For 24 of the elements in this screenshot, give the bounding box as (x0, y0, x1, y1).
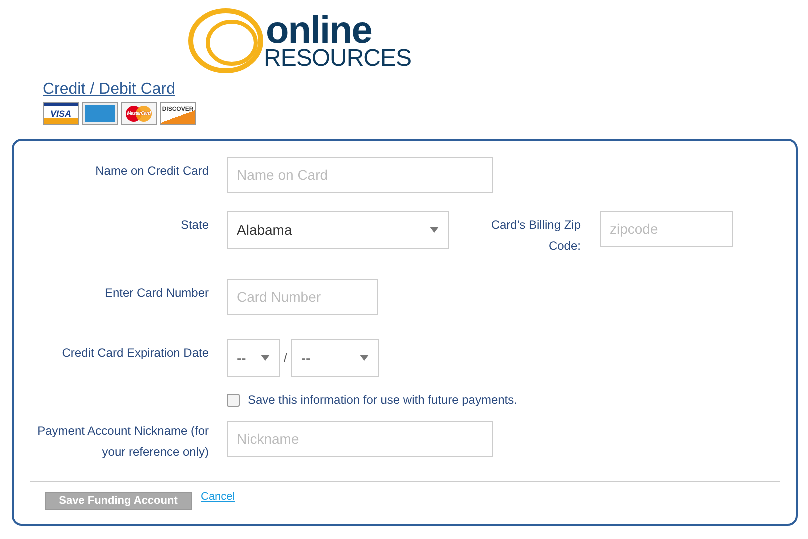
checkbox-label: Save this information for use with future payments. (248, 393, 518, 407)
amex-card-icon (82, 102, 118, 125)
caret-icon (360, 355, 370, 361)
field-label: Enter Card Number (104, 285, 209, 302)
credit-card-link[interactable]: Credit / Debit Card (43, 81, 176, 99)
nickname-input[interactable]: Nickname (227, 421, 493, 457)
field-label: State (180, 217, 209, 234)
year-select[interactable]: -- (291, 339, 380, 377)
caret-icon (261, 355, 270, 361)
save-checkbox[interactable] (227, 394, 240, 406)
date-separator: / (284, 351, 288, 365)
field-label: Credit Card Expiration Date (61, 345, 209, 362)
logo-text: online (266, 12, 372, 50)
field-label: Payment Account Nickname (for your reference only) (36, 423, 209, 461)
visa-card-icon: VISA (43, 102, 79, 125)
name-input[interactable]: Name on Card (227, 157, 493, 193)
state-select[interactable]: Alabama (227, 211, 449, 249)
card-number-input[interactable]: Card Number (227, 279, 378, 315)
zip-input[interactable]: zipcode (600, 211, 733, 247)
caret-icon (430, 227, 439, 233)
field-label: Name on Credit Card (94, 163, 209, 180)
logo-text: RESOURCES (264, 46, 412, 70)
field-label: Card's Billing Zip Code: (490, 217, 581, 255)
month-select[interactable]: -- (227, 339, 280, 377)
